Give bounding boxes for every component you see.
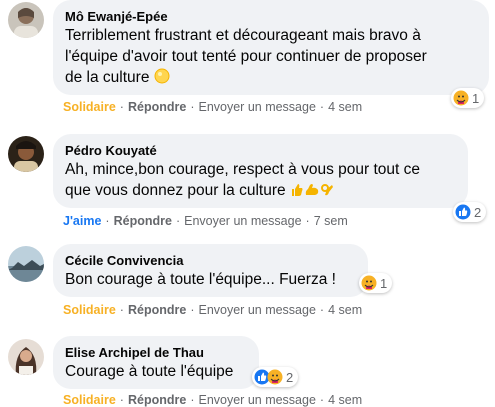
reaction-summary[interactable]: 1	[451, 88, 485, 108]
comment-text: Ah, mince,bon courage, respect à vous po…	[65, 159, 456, 203]
care-icon	[267, 369, 283, 385]
reaction-summary[interactable]: 2	[453, 202, 487, 222]
reply-link[interactable]: Répondre	[128, 100, 186, 114]
like-reaction-link[interactable]: J'aime	[63, 214, 101, 228]
reply-link[interactable]: Répondre	[128, 303, 186, 317]
timestamp[interactable]: 4 sem	[328, 303, 362, 317]
reaction-count: 2	[474, 204, 482, 220]
reply-link[interactable]: Répondre	[114, 214, 172, 228]
timestamp[interactable]: 7 sem	[314, 214, 348, 228]
reaction-count: 1	[472, 90, 480, 106]
comment-bubble: Elise Archipel de Thau Courage à toute l…	[53, 336, 259, 389]
send-message-link[interactable]: Envoyer un message	[184, 214, 301, 228]
comment-author[interactable]: Elise Archipel de Thau	[65, 344, 247, 361]
comment-actions: Solidaire · Répondre · Envoyer un message · 4 …	[63, 393, 363, 407]
send-message-link[interactable]: Envoyer un message	[198, 303, 315, 317]
reaction-summary[interactable]: 2	[252, 367, 299, 387]
yellow-circle-emoji	[154, 68, 170, 90]
comment-actions: J'aime · Répondre · Envoyer un message · 7 sem	[63, 214, 348, 228]
avatar[interactable]	[8, 2, 44, 38]
comment-bubble: Mô Ewanjé-Epée Terriblement frustrant et…	[53, 0, 489, 95]
comment-text: Terriblement frustrant et décourageant m…	[65, 25, 477, 90]
timestamp[interactable]: 4 sem	[328, 100, 362, 114]
comment-text: Courage à toute l'équipe	[65, 363, 234, 380]
reply-link[interactable]: Répondre	[128, 393, 186, 407]
comment-actions: Solidaire · Répondre · Envoyer un message · 4 …	[63, 303, 363, 317]
comment-text: Bon courage à toute l'équipe... Fuerza !	[65, 271, 336, 288]
comment-author[interactable]: Mô Ewanjé-Epée	[65, 8, 477, 25]
send-message-link[interactable]: Envoyer un message	[198, 100, 315, 114]
care-icon	[361, 275, 377, 291]
comment-bubble: Cécile Convivencia Bon courage à toute l…	[53, 244, 368, 297]
avatar[interactable]	[8, 339, 44, 375]
reaction-count: 1	[380, 275, 388, 291]
comment-bubble: Pédro Kouyaté Ah, mince,bon courage, res…	[53, 134, 468, 208]
avatar[interactable]	[8, 136, 44, 172]
reaction-summary[interactable]: 1	[359, 273, 393, 293]
send-message-link[interactable]: Envoyer un message	[198, 393, 315, 407]
solidaire-reaction-link[interactable]: Solidaire	[63, 100, 116, 114]
solidaire-reaction-link[interactable]: Solidaire	[63, 393, 116, 407]
comment-actions: Solidaire · Répondre · Envoyer un message · 4 …	[63, 100, 363, 114]
comment-author[interactable]: Cécile Convivencia	[65, 252, 356, 269]
flexed-biceps-emoji	[304, 182, 320, 203]
care-icon	[453, 90, 469, 106]
thumbs-up-emoji	[290, 182, 304, 203]
timestamp[interactable]: 4 sem	[328, 393, 362, 407]
reaction-count: 2	[286, 369, 294, 385]
solidaire-reaction-link[interactable]: Solidaire	[63, 303, 116, 317]
avatar[interactable]	[8, 246, 44, 282]
ok-hand-emoji	[320, 182, 334, 203]
comment-author[interactable]: Pédro Kouyaté	[65, 142, 456, 159]
like-icon	[455, 204, 471, 220]
